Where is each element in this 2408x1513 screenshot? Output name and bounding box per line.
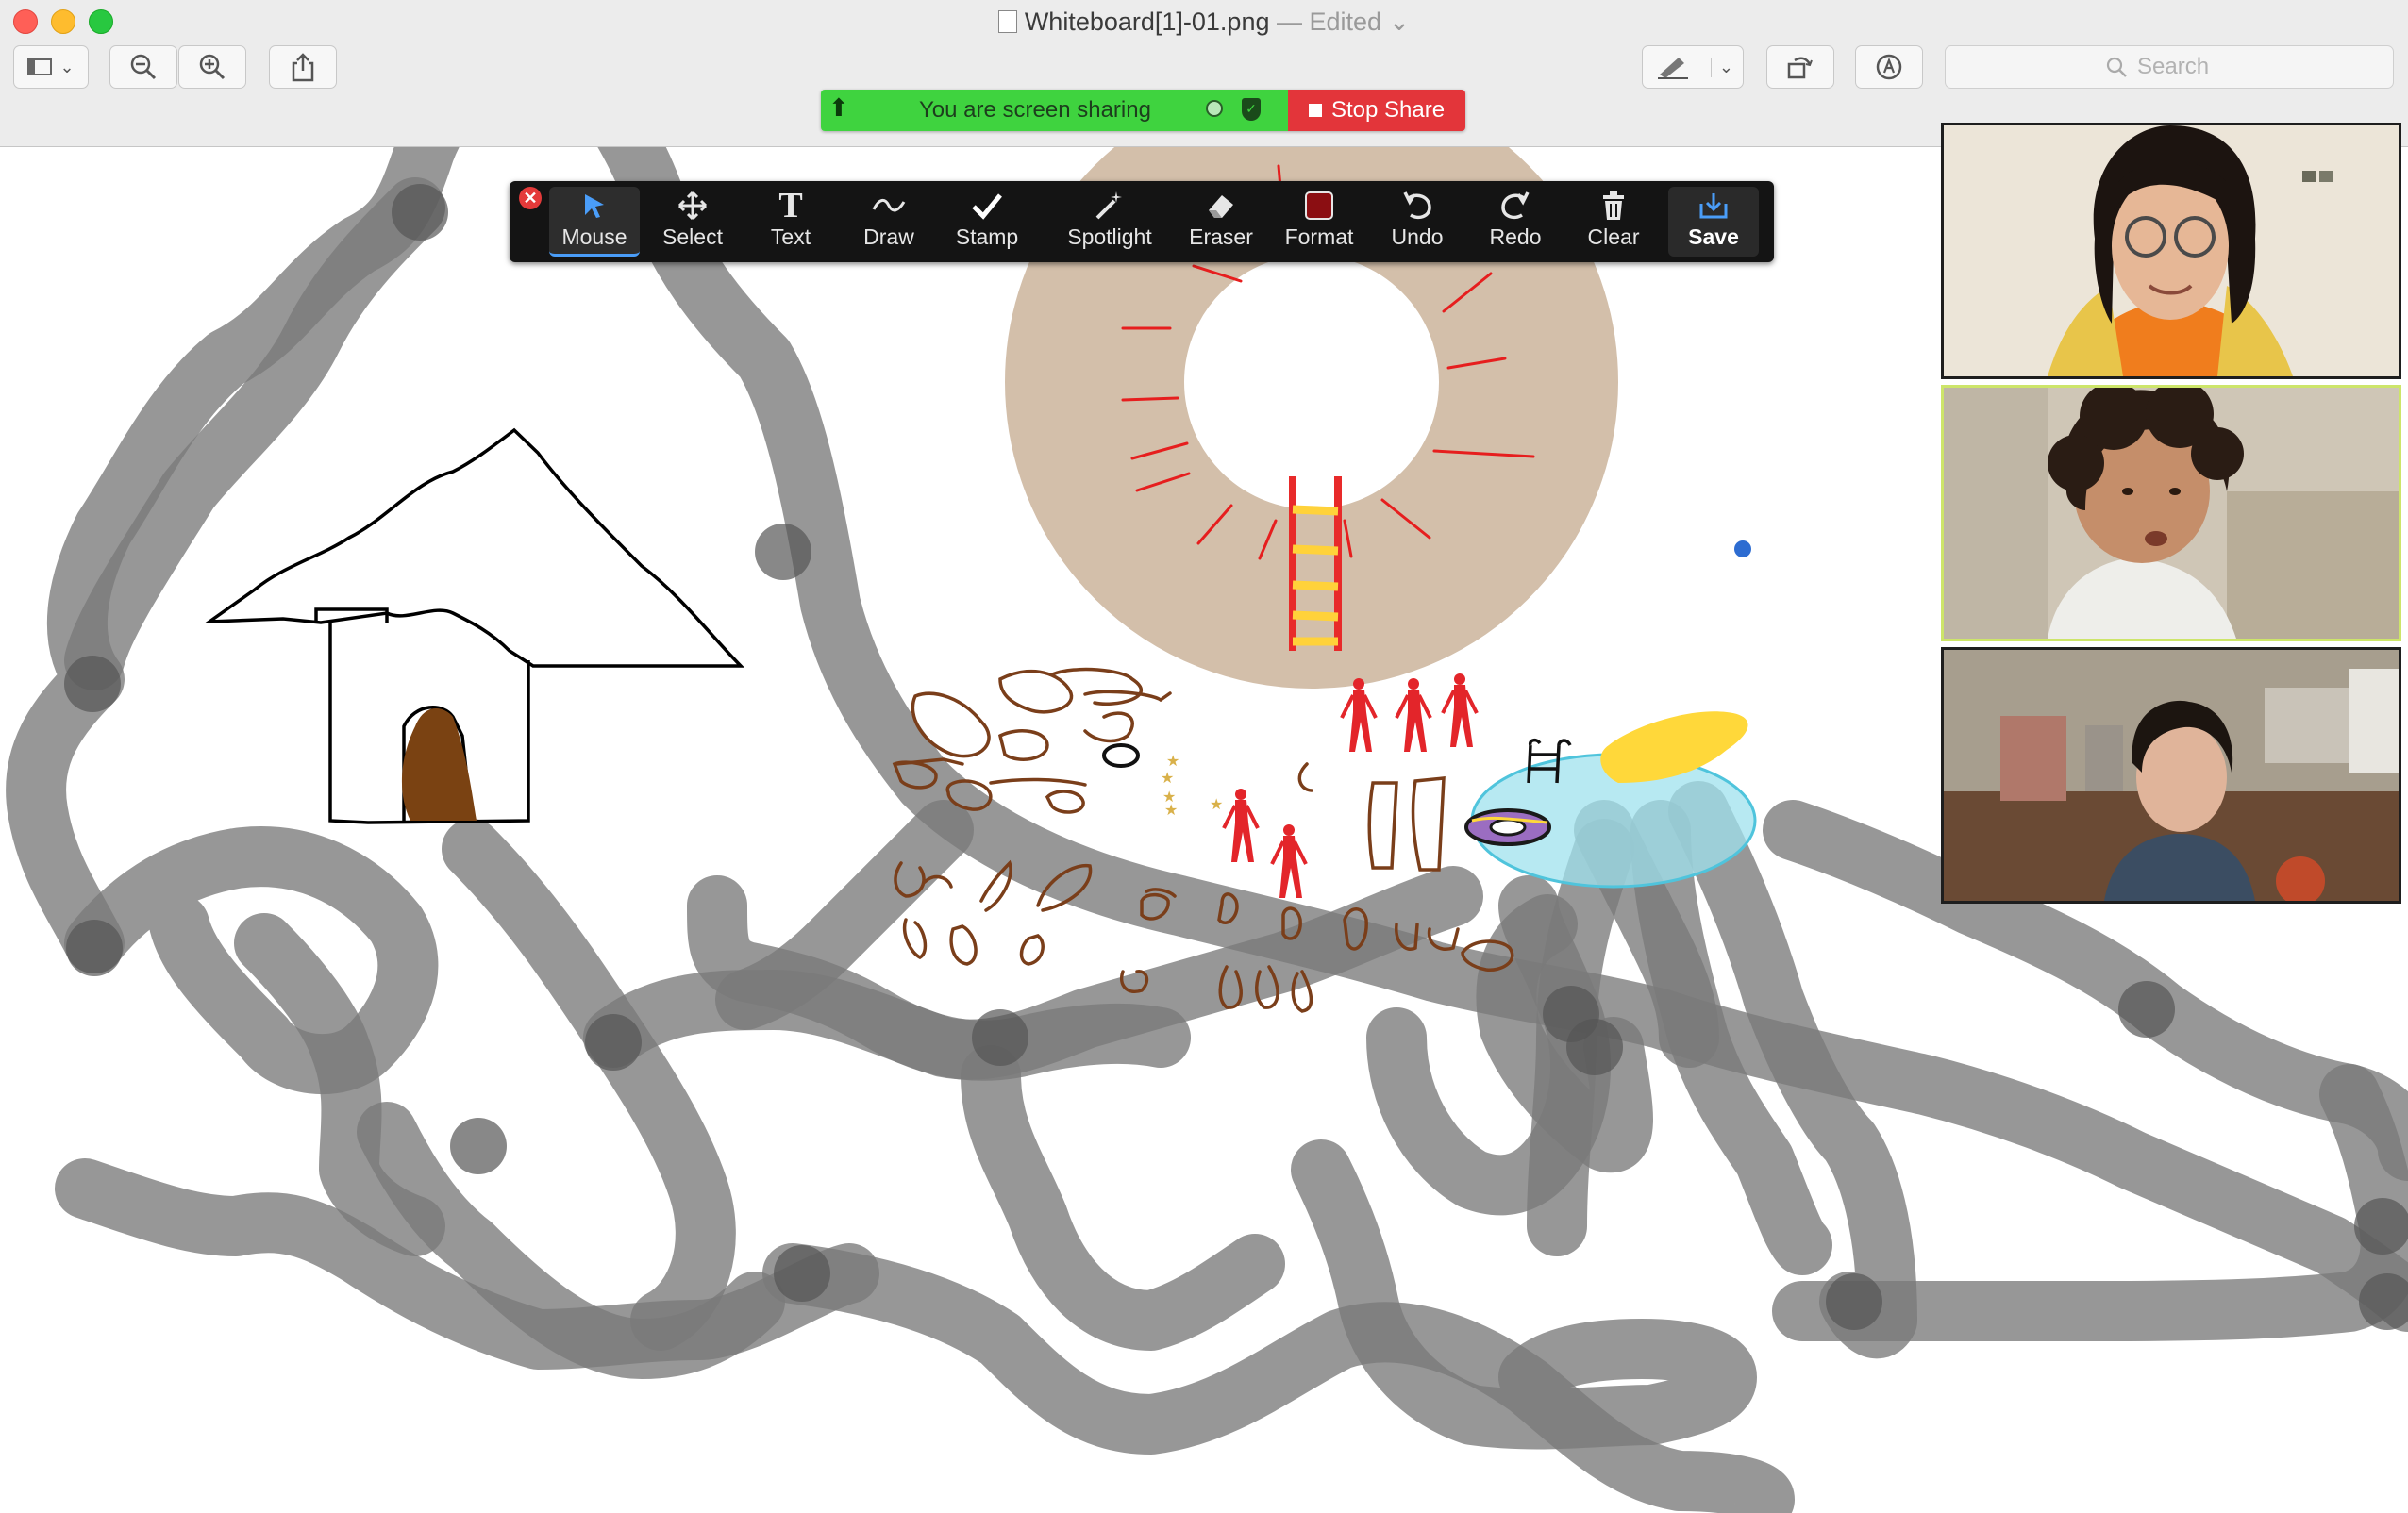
markup-button[interactable]: ⌄ bbox=[1642, 45, 1744, 89]
tool-label: Stamp bbox=[955, 224, 1019, 249]
stop-share-label: Stop Share bbox=[1330, 97, 1446, 123]
tool-spotlight[interactable]: Spotlight bbox=[1053, 187, 1166, 257]
participant-video-3[interactable] bbox=[1941, 647, 2401, 904]
participant-video-2[interactable] bbox=[1941, 385, 2401, 641]
tool-label: Undo bbox=[1391, 224, 1444, 249]
move-arrows-icon bbox=[677, 187, 708, 224]
tool-label: Redo bbox=[1489, 224, 1542, 249]
tool-label: Draw bbox=[863, 224, 914, 249]
svg-text:★: ★ bbox=[1210, 797, 1223, 813]
annotation-toolbar: ✕ Mouse Select T Text Draw Stamp Spotlig… bbox=[510, 181, 1774, 262]
window-title-edited: — Edited bbox=[1277, 8, 1382, 36]
tool-label: Spotlight bbox=[1067, 224, 1152, 249]
tool-label: Text bbox=[770, 224, 811, 249]
zoom-in-button[interactable] bbox=[178, 45, 246, 89]
participant-2-video-frame bbox=[1944, 388, 2399, 639]
annotate-icon bbox=[1876, 54, 1902, 80]
sidebar-icon bbox=[27, 58, 53, 75]
tool-mouse[interactable]: Mouse bbox=[549, 187, 640, 257]
tool-label: Mouse bbox=[561, 224, 627, 249]
participant-1-video-frame bbox=[1944, 125, 2399, 376]
tool-text[interactable]: T Text bbox=[745, 186, 836, 257]
brown-figure bbox=[401, 707, 477, 821]
cursor-arrow-icon bbox=[581, 187, 608, 224]
pointer-dot bbox=[1734, 540, 1751, 557]
search-icon bbox=[2106, 57, 2127, 77]
rotate-button[interactable] bbox=[1766, 45, 1834, 89]
magic-wand-icon bbox=[1094, 187, 1126, 224]
shield-check-icon: ✓ bbox=[1242, 98, 1261, 121]
svg-text:★: ★ bbox=[1161, 771, 1174, 787]
search-field[interactable] bbox=[1945, 45, 2394, 89]
screen-share-bar: ⬆ You are screen sharing ✓ Stop Share bbox=[821, 90, 1465, 131]
chevron-down-icon: ⌄ bbox=[59, 57, 75, 76]
close-annotation-button[interactable]: ✕ bbox=[519, 187, 542, 209]
zoom-out-icon bbox=[130, 54, 157, 80]
annotate-button[interactable] bbox=[1855, 45, 1923, 89]
tool-label: Select bbox=[662, 224, 723, 249]
tool-label: Format bbox=[1284, 224, 1354, 249]
window-title: Whiteboard[1]-01.png — Edited ⌄ bbox=[0, 4, 2408, 40]
share-icon bbox=[292, 53, 314, 82]
squiggle-icon bbox=[872, 187, 906, 224]
color-swatch-icon bbox=[1305, 187, 1333, 224]
stop-square-icon bbox=[1308, 104, 1322, 117]
participant-video-1[interactable] bbox=[1941, 123, 2401, 379]
text-t-icon: T bbox=[778, 186, 803, 225]
sharing-status-text: You are screen sharing bbox=[919, 97, 1151, 123]
eraser-icon bbox=[1205, 187, 1237, 224]
gold-stars: ★★★★ ★ bbox=[1161, 754, 1223, 819]
document-icon bbox=[997, 10, 1017, 33]
stop-share-button[interactable]: Stop Share bbox=[1288, 90, 1465, 131]
tool-undo[interactable]: Undo bbox=[1372, 187, 1463, 257]
trash-icon bbox=[1600, 187, 1627, 224]
checkmark-icon bbox=[971, 187, 1003, 224]
rotate-icon bbox=[1787, 57, 1813, 79]
tool-clear[interactable]: Clear bbox=[1568, 187, 1659, 257]
tool-redo[interactable]: Redo bbox=[1470, 187, 1561, 257]
window-title-filename: Whiteboard[1]-01.png bbox=[1024, 8, 1270, 36]
black-scribble bbox=[1102, 743, 1140, 768]
tool-stamp[interactable]: Stamp bbox=[942, 187, 1032, 257]
title-chevron-icon[interactable]: ⌄ bbox=[1381, 8, 1411, 36]
tool-select[interactable]: Select bbox=[647, 187, 738, 257]
zoom-in-icon bbox=[199, 54, 226, 80]
svg-text:★: ★ bbox=[1164, 803, 1178, 819]
participant-3-video-frame bbox=[1944, 650, 2399, 901]
recording-indicator-icon bbox=[1206, 100, 1223, 117]
tool-label: Clear bbox=[1587, 224, 1640, 249]
sidebar-toggle-button[interactable]: ⌄ bbox=[13, 45, 89, 89]
undo-arrow-icon bbox=[1401, 187, 1433, 224]
tool-draw[interactable]: Draw bbox=[844, 187, 934, 257]
share-arrow-icon: ⬆ bbox=[828, 93, 849, 122]
house-drawing bbox=[204, 427, 745, 824]
search-input[interactable] bbox=[2135, 53, 2233, 81]
zoom-out-button[interactable] bbox=[109, 45, 177, 89]
yellow-float bbox=[1600, 711, 1748, 783]
save-download-icon bbox=[1697, 187, 1730, 224]
tool-format[interactable]: Format bbox=[1274, 187, 1364, 257]
redo-arrow-icon bbox=[1499, 187, 1531, 224]
chevron-down-icon[interactable]: ⌄ bbox=[1710, 57, 1733, 77]
tool-label: Eraser bbox=[1189, 224, 1253, 249]
markup-pen-icon bbox=[1658, 58, 1688, 79]
share-button[interactable] bbox=[269, 45, 337, 89]
tool-eraser[interactable]: Eraser bbox=[1176, 187, 1266, 257]
sharing-status: ⬆ You are screen sharing ✓ bbox=[821, 90, 1288, 131]
tool-save[interactable]: Save bbox=[1668, 187, 1759, 257]
donut-hole bbox=[1218, 317, 1399, 498]
tool-label: Save bbox=[1688, 224, 1739, 249]
svg-text:★: ★ bbox=[1166, 754, 1179, 770]
